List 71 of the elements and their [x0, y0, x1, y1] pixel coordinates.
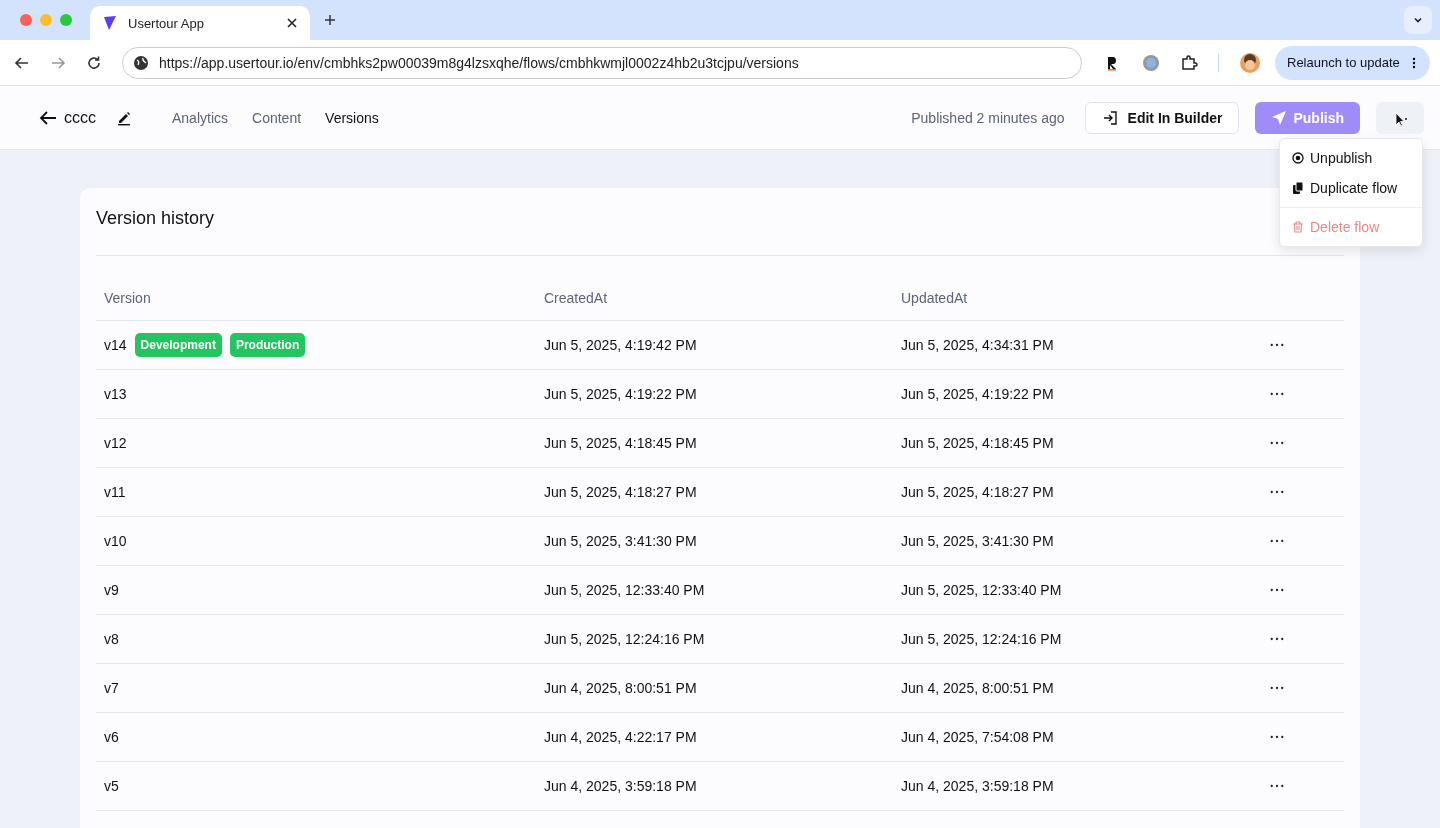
updated-at-cell-text: Jun 4, 2025, 8:00:51 PM [901, 680, 1055, 696]
updated-at-cell-text: Jun 5, 2025, 4:18:45 PM [901, 435, 1055, 451]
more-options-icon[interactable] [1270, 539, 1284, 543]
nav-tab[interactable]: Versions [325, 109, 379, 126]
enter-icon [1101, 109, 1118, 126]
more-options-icon[interactable] [1270, 392, 1284, 396]
back-icon[interactable] [14, 54, 30, 71]
trash-icon [1292, 221, 1304, 233]
created-at-cell-text: Jun 4, 2025, 8:00:51 PM [544, 680, 698, 696]
relaunch-button[interactable]: Relaunch to update [1275, 45, 1430, 80]
version-label: v6 [104, 729, 119, 745]
updated-at-cell-text: Jun 4, 2025, 7:54:08 PM [901, 729, 1055, 745]
more-options-icon[interactable] [1270, 735, 1284, 739]
updated-at-cell-text: Jun 5, 2025, 4:18:27 PM [901, 484, 1055, 500]
environment-badge: Development [134, 333, 222, 357]
close-icon[interactable] [286, 17, 298, 29]
created-at-cell-text: Jun 5, 2025, 4:18:27 PM [544, 484, 698, 500]
column-header: UpdatedAt [901, 290, 969, 306]
created-at-cell-text: Jun 5, 2025, 12:24:16 PM [544, 631, 706, 647]
publish-status: Published 2 minutes ago [911, 109, 1065, 126]
version-label: v7 [104, 680, 119, 696]
environment-badge: Production [229, 333, 306, 357]
version-label: v9 [104, 582, 119, 598]
new-tab-icon[interactable] [324, 14, 336, 26]
version-label: v13 [104, 386, 127, 402]
stop-circle-icon [1292, 152, 1304, 164]
more-options-icon[interactable] [1270, 588, 1284, 592]
reload-icon[interactable] [86, 54, 102, 71]
edit-in-builder-button[interactable]: Edit In Builder [1084, 101, 1240, 134]
version-label: v14 [104, 337, 127, 353]
more-options-icon[interactable] [1270, 637, 1284, 641]
more-options-icon[interactable] [1270, 784, 1284, 788]
nav-tab[interactable]: Content [252, 109, 302, 126]
created-at-cell-text: Jun 4, 2025, 3:59:18 PM [544, 778, 698, 794]
updated-at-cell-text: Jun 5, 2025, 12:33:40 PM [901, 582, 1063, 598]
puzzle-icon[interactable] [1180, 53, 1198, 72]
more-options-icon[interactable] [1270, 441, 1284, 445]
column-header: CreatedAt [544, 290, 609, 306]
more-options-icon[interactable] [1270, 686, 1284, 690]
version-label: v5 [104, 778, 119, 794]
menu-item[interactable]: Unpublish [1284, 143, 1418, 173]
version-label: v12 [104, 435, 127, 451]
updated-at-cell-text: Jun 4, 2025, 3:59:18 PM [901, 778, 1055, 794]
send-icon [1271, 109, 1288, 126]
updated-at-cell-text: Jun 5, 2025, 12:24:16 PM [901, 631, 1063, 647]
flow-name: cccc [64, 108, 96, 127]
browser-tab[interactable]: Usertour App [90, 6, 310, 40]
more-options-icon[interactable] [1270, 343, 1284, 347]
created-at-cell-text: Jun 5, 2025, 4:19:42 PM [544, 337, 698, 353]
created-at-cell-text: Jun 5, 2025, 12:33:40 PM [544, 582, 706, 598]
copy-icon [1292, 182, 1304, 194]
updated-at-cell-text: Jun 5, 2025, 4:34:31 PM [901, 337, 1055, 353]
version-label: v8 [104, 631, 119, 647]
version-label: v10 [104, 533, 127, 549]
nav-tab[interactable]: Analytics [172, 109, 229, 126]
created-at-cell-text: Jun 4, 2025, 4:22:17 PM [544, 729, 698, 745]
pencil-icon[interactable] [116, 109, 132, 126]
created-at-cell-text: Jun 5, 2025, 3:41:30 PM [544, 533, 698, 549]
more-options-icon[interactable] [1270, 490, 1284, 494]
avatar-icon[interactable] [1239, 51, 1261, 74]
globe-icon [133, 54, 149, 71]
forward-icon[interactable] [50, 54, 66, 71]
menu-item[interactable]: Duplicate flow [1284, 173, 1418, 203]
created-at-cell-text: Jun 5, 2025, 4:18:45 PM [544, 435, 698, 451]
more-button[interactable] [1376, 101, 1424, 134]
created-at-cell-text: Jun 5, 2025, 4:19:22 PM [544, 386, 698, 402]
column-header: Version [104, 290, 152, 306]
logo-icon [102, 15, 118, 31]
version-label: v11 [104, 484, 126, 500]
updated-at-cell-text: Jun 5, 2025, 4:19:22 PM [901, 386, 1055, 402]
updated-at-cell-text: Jun 5, 2025, 3:41:30 PM [901, 533, 1055, 549]
